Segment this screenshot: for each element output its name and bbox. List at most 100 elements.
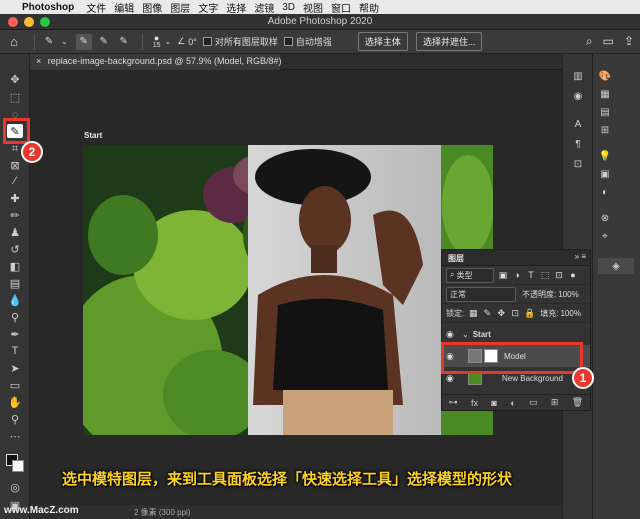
lock-artboard-icon[interactable]: ⊡ — [510, 308, 520, 319]
new-layer-icon[interactable]: ⊞ — [551, 397, 559, 408]
auto-enhance-checkbox[interactable] — [283, 37, 293, 46]
menu-window[interactable]: 窗口 — [331, 0, 359, 15]
paragraph-icon[interactable]: ¶ — [571, 138, 585, 150]
libraries-icon[interactable]: ▣ — [598, 168, 612, 180]
history-icon[interactable]: ▥ — [571, 70, 585, 82]
tool-options-bar: ⌂ ✎ ⌄ ✎ ✎ ✎ ● 15 ⌄ ∠ 0° 对所有图层取样 自动增强 选择主… — [0, 30, 640, 54]
quick-selection-preset-icon[interactable]: ✎ — [41, 34, 57, 50]
menu-photoshop[interactable]: Photoshop — [22, 2, 86, 13]
hand-tool-icon[interactable]: ✋ — [7, 395, 23, 409]
more-tools-icon[interactable]: ⋯ — [7, 429, 23, 443]
eraser-tool-icon[interactable]: ◧ — [7, 259, 23, 273]
status-bar: 2 像素 (300 ppi) — [30, 505, 562, 519]
brush-size-picker[interactable]: ● 15 — [153, 33, 161, 50]
rectangle-tool-icon[interactable]: ▭ — [7, 378, 23, 392]
filter-kind-select[interactable]: ⌕ 类型 — [446, 267, 494, 283]
mac-menubar: Photoshop 文件 编辑 图像 图层 文字 选择 滤镜 3D 视图 窗口 … — [0, 0, 640, 15]
gradients-icon[interactable]: ▤ — [598, 106, 612, 118]
filter-toggle-icon[interactable]: ● — [568, 270, 578, 280]
trash-icon[interactable]: 🗑 — [572, 397, 583, 408]
eyedropper-tool-icon[interactable]: ⁄ — [7, 174, 23, 188]
lock-all-icon[interactable]: 🔒 — [524, 308, 535, 319]
quick-mask-icon[interactable]: ◎ — [7, 480, 23, 494]
properties-icon[interactable]: ◉ — [571, 90, 585, 102]
blur-tool-icon[interactable]: 💧 — [7, 293, 23, 307]
artboard-label[interactable]: Start — [84, 131, 102, 140]
chevron-down-icon[interactable]: ⌄ — [61, 37, 68, 46]
menu-3d[interactable]: 3D — [282, 2, 303, 13]
menu-file[interactable]: 文件 — [86, 0, 114, 15]
lock-transparent-icon[interactable]: ▦ — [468, 308, 478, 319]
adjustments-icon[interactable]: ◐ — [598, 186, 612, 198]
history-brush-icon[interactable]: ↺ — [7, 242, 23, 256]
add-mask-icon[interactable]: ◙ — [491, 398, 496, 408]
filter-adjustment-icon[interactable]: ◑ — [512, 270, 522, 280]
filter-type-icon[interactable]: T — [526, 270, 536, 280]
color-swatches[interactable] — [6, 454, 24, 472]
chevron-down-icon[interactable]: ⌄ — [165, 37, 172, 46]
filter-shape-icon[interactable]: ⬚ — [540, 270, 550, 281]
search-icon[interactable]: ⌕ — [586, 34, 593, 49]
channels-icon[interactable]: ⊗ — [598, 212, 612, 224]
visibility-eye-icon[interactable]: ◉ — [446, 329, 458, 340]
blend-mode-select[interactable]: 正常 — [446, 286, 516, 302]
pen-tool-icon[interactable]: ✒ — [7, 327, 23, 341]
frame-tool-icon[interactable]: ⊠ — [7, 158, 23, 172]
zoom-tool-icon[interactable]: ⚲ — [7, 412, 23, 426]
document-tab[interactable]: × replace-image-background.psd @ 57.9% (… — [30, 54, 282, 70]
workspace-icon[interactable]: ▭ — [603, 34, 614, 49]
select-subject-button[interactable]: 选择主体 — [357, 32, 408, 51]
fill-value[interactable]: 100% — [560, 309, 580, 318]
type-tool-icon[interactable]: T — [7, 344, 23, 358]
link-layers-icon[interactable]: ⊶ — [449, 397, 458, 408]
dodge-tool-icon[interactable]: ⚲ — [7, 310, 23, 324]
glyphs-icon[interactable]: ⊡ — [571, 158, 585, 170]
menu-filter[interactable]: 滤镜 — [254, 0, 282, 15]
filter-pixel-icon[interactable]: ▣ — [498, 270, 508, 281]
filter-smart-object-icon[interactable]: ⊡ — [554, 270, 564, 281]
lock-image-icon[interactable]: ✎ — [482, 308, 492, 319]
new-selection-icon[interactable]: ✎ — [75, 33, 92, 50]
path-selection-icon[interactable]: ➤ — [7, 361, 23, 375]
gradient-tool-icon[interactable]: ▤ — [7, 276, 23, 290]
color-icon[interactable]: 🎨 — [598, 70, 612, 82]
learn-icon[interactable]: 💡 — [598, 150, 612, 162]
layers-icon[interactable]: ◈ — [598, 258, 634, 274]
layers-panel-header: 图层 » ≡ — [442, 250, 590, 266]
subtract-from-selection-icon[interactable]: ✎ — [116, 34, 132, 50]
angle-value[interactable]: 0° — [188, 37, 197, 47]
close-tab-icon[interactable]: × — [36, 56, 41, 66]
layers-tab[interactable]: 图层 — [448, 254, 464, 263]
menu-type[interactable]: 文字 — [198, 0, 226, 15]
share-icon[interactable]: ⇪ — [624, 34, 634, 49]
menu-image[interactable]: 图像 — [142, 0, 170, 15]
patterns-icon[interactable]: ⊞ — [598, 124, 612, 136]
brush-tool-icon[interactable]: ✏ — [7, 208, 23, 222]
menu-help[interactable]: 帮助 — [359, 0, 387, 15]
menu-edit[interactable]: 编辑 — [114, 0, 142, 15]
background-color[interactable] — [12, 460, 24, 472]
visibility-eye-icon[interactable]: ◉ — [446, 373, 458, 384]
clone-stamp-icon[interactable]: ♟ — [7, 225, 23, 239]
move-tool-icon[interactable]: ✥ — [7, 72, 23, 86]
artboard-image[interactable] — [83, 145, 493, 435]
new-group-icon[interactable]: ▭ — [529, 397, 538, 408]
paths-icon[interactable]: ⌖ — [598, 230, 612, 242]
menu-layer[interactable]: 图层 — [170, 0, 198, 15]
home-icon[interactable]: ⌂ — [0, 34, 28, 49]
menu-select[interactable]: 选择 — [226, 0, 254, 15]
swatches-icon[interactable]: ▦ — [598, 88, 612, 100]
lock-position-icon[interactable]: ✥ — [496, 308, 506, 319]
marquee-tool-icon[interactable]: ⬚ — [7, 90, 23, 104]
add-to-selection-icon[interactable]: ✎ — [96, 34, 112, 50]
panel-menu-icon[interactable]: » ≡ — [575, 252, 586, 261]
select-and-mask-button[interactable]: 选择并遮住... — [415, 32, 483, 51]
fx-icon[interactable]: fx — [471, 398, 478, 408]
character-icon[interactable]: A — [571, 118, 585, 130]
healing-brush-icon[interactable]: ✚ — [7, 191, 23, 205]
adjustment-layer-icon[interactable]: ◐ — [510, 398, 515, 408]
sample-all-layers-checkbox[interactable] — [202, 37, 212, 46]
chevron-down-icon[interactable]: ⌄ — [462, 330, 469, 339]
opacity-value[interactable]: 100% — [558, 290, 578, 299]
menu-view[interactable]: 视图 — [303, 0, 331, 15]
